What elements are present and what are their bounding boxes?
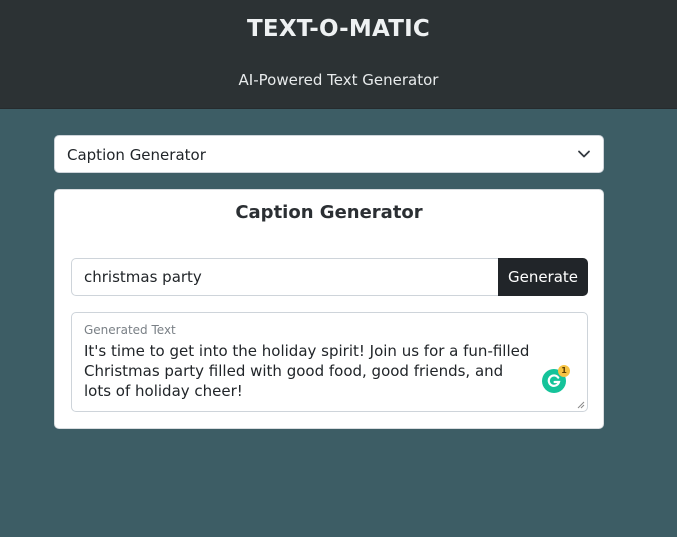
generate-button[interactable]: Generate bbox=[498, 258, 588, 296]
generator-select-value: Caption Generator bbox=[67, 146, 206, 164]
resize-handle-icon[interactable] bbox=[577, 401, 585, 409]
chevron-down-icon bbox=[578, 150, 590, 158]
generated-text-label: Generated Text bbox=[84, 323, 176, 337]
generator-card: Caption Generator Generate Generated Tex… bbox=[54, 189, 604, 429]
grammarly-count-badge: 1 bbox=[558, 365, 570, 377]
prompt-input[interactable] bbox=[71, 258, 498, 296]
generated-text-area[interactable]: Generated Text It's time to get into the… bbox=[71, 312, 588, 412]
generator-select[interactable]: Caption Generator bbox=[54, 135, 604, 173]
generated-text-content: It's time to get into the holiday spirit… bbox=[84, 342, 530, 400]
app-subtitle: AI-Powered Text Generator bbox=[238, 71, 439, 89]
app-header: TEXT-O-MATIC AI-Powered Text Generator bbox=[0, 0, 677, 109]
card-title: Caption Generator bbox=[235, 202, 423, 223]
app-title: TEXT-O-MATIC bbox=[247, 16, 430, 42]
